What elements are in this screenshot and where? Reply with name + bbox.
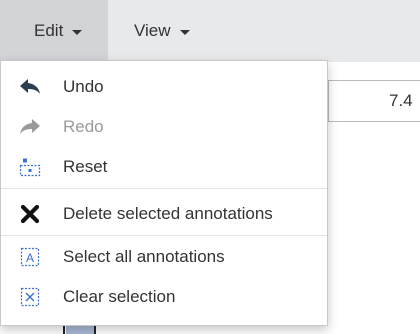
menu-item-select-all[interactable]: A Select all annotations [1,239,327,275]
edit-menu-tab[interactable]: Edit [0,0,108,62]
undo-arrow-icon [19,76,41,98]
select-all-icon: A [19,246,41,268]
svg-text:A: A [26,251,34,265]
edit-dropdown-menu: Undo Redo Reset Delete selected annotati… [0,60,328,326]
menu-item-label: Undo [63,77,104,96]
reset-icon [19,156,41,178]
delete-x-icon [19,203,41,225]
menu-item-label: Delete selected annotations [63,204,273,223]
clear-selection-icon [19,286,41,308]
menu-item-reset[interactable]: Reset [1,149,327,185]
menu-item-label: Reset [63,157,108,176]
caret-down-icon [72,29,83,35]
menu-divider [1,235,327,236]
menu-item-label: Select all annotations [63,247,225,266]
menu-item-undo[interactable]: Undo [1,69,327,105]
menu-item-redo[interactable]: Redo [1,109,327,145]
menu-divider [1,188,327,189]
edit-menu-label: Edit [34,21,64,40]
value-text: 7.4 [389,91,413,110]
caret-down-icon [179,29,190,35]
menu-item-label: Clear selection [63,287,176,306]
view-menu-label: View [134,21,171,40]
menu-item-clear-selection[interactable]: Clear selection [1,279,327,315]
redo-arrow-icon [19,116,41,138]
view-menu-tab[interactable]: View [134,0,190,62]
value-field: 7.4 [328,80,420,122]
menu-item-delete-selected[interactable]: Delete selected annotations [1,196,327,232]
menu-item-label: Redo [63,117,104,136]
menu-bar: Edit View [0,0,420,62]
